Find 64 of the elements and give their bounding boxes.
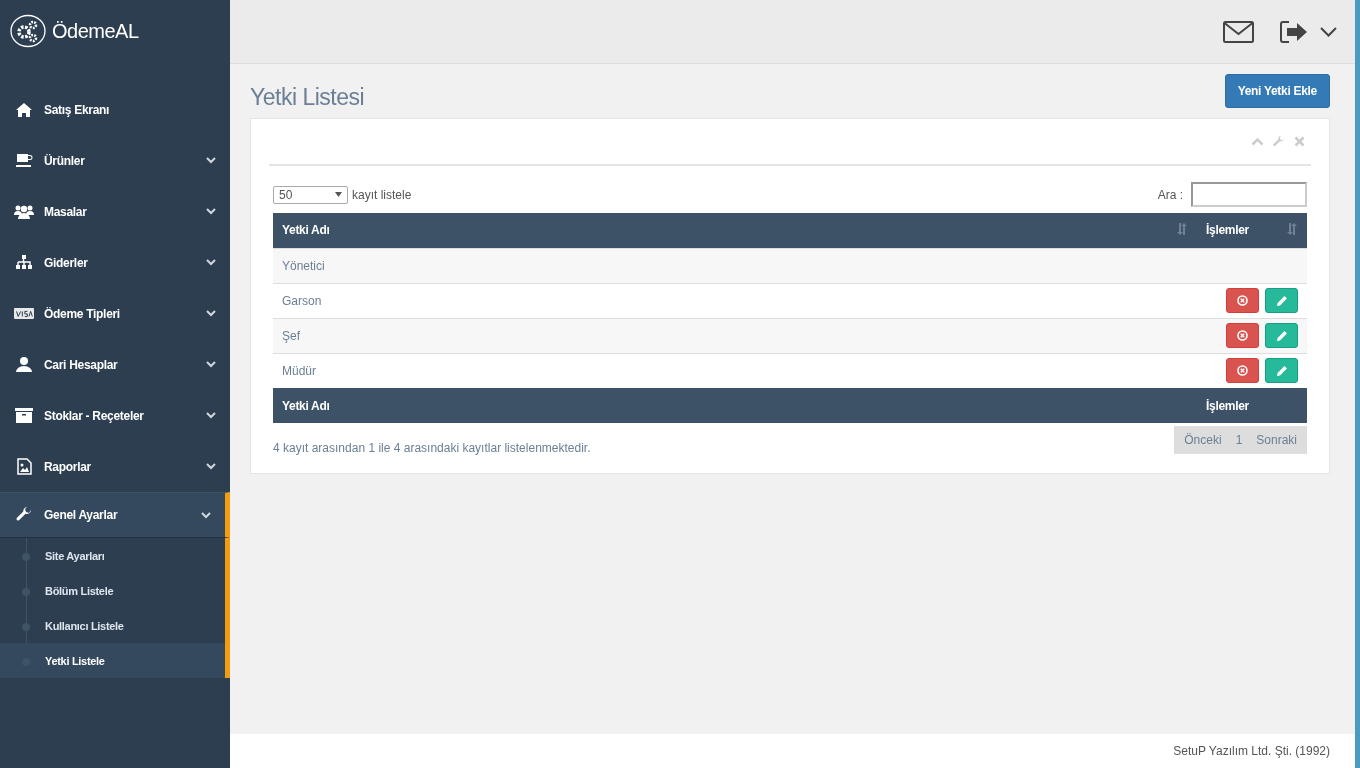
pencil-icon [1275,364,1288,377]
chevron-down-icon [206,412,216,419]
sidebar-item[interactable]: Masalar [0,186,230,237]
gears-logo-icon [10,14,46,48]
chevron-down-icon [206,157,216,164]
archive-icon [15,408,33,423]
scrollbar[interactable] [1355,0,1360,768]
chevron-down-icon [206,208,216,215]
chevron-down-icon[interactable] [1320,26,1337,37]
image-file-icon [16,458,32,475]
chevron-down-icon [206,259,216,266]
card-icon [14,307,34,320]
times-circle-icon [1237,365,1248,377]
length-label: kayıt listele [352,187,412,202]
chevron-down-icon [206,310,216,317]
table-cell: Şef [273,318,1197,353]
page-length-select[interactable]: 50 [273,185,348,204]
user-icon [16,357,32,372]
table-cell: Yönetici [273,248,1197,283]
times-circle-icon [1237,295,1248,306]
sidebar-item[interactable]: Genel Ayarlar [0,492,230,538]
footer-text: SetuP Yazılım Ltd. Şti. (1992) [1173,744,1330,758]
sidebar-item[interactable]: Raporlar [0,441,230,492]
sidebar-item[interactable]: Cari Hesaplar [0,339,230,390]
sidebar-item[interactable]: Giderler [0,237,230,288]
submenu-item[interactable]: Site Ayarları [0,538,225,573]
submenu-item[interactable]: Bölüm Listele [0,573,225,608]
caret-icon [335,192,342,197]
chevron-down-icon [206,361,216,368]
chevron-down-icon [201,511,211,519]
sidebar-item[interactable]: Ödeme Tipleri [0,288,230,339]
search-label: Ara : [1157,187,1183,202]
edit-button[interactable] [1265,358,1298,384]
brand-name: ÖdemeAL [52,19,139,43]
column-footer: Yetki Adı [273,388,1197,423]
delete-button[interactable] [1226,323,1259,348]
sort-icon [1176,223,1188,236]
edit-button[interactable] [1265,323,1298,348]
search-field[interactable] [1191,182,1307,207]
sort-icon [1286,223,1298,236]
table-info: 4 kayıt arasından 1 ile 4 arasındaki kayıtlar listelenmektedir. [273,441,591,455]
column-footer: İşlemler [1197,388,1307,423]
column-header[interactable]: Yetki Adı [273,213,1197,248]
pencil-icon [1275,294,1288,307]
column-header[interactable]: İşlemler [1197,213,1307,248]
sidebar-item[interactable]: Satış Ekranı [0,84,230,135]
chevron-down-icon [206,463,216,470]
sidebar-item[interactable]: Stoklar - Reçeteler [0,390,230,441]
delete-button[interactable] [1226,288,1259,313]
add-button[interactable]: Yeni Yetki Ekle [1224,74,1330,108]
page-title: Yetki Listesi [250,84,365,111]
mail-icon[interactable] [1223,20,1254,43]
times-circle-icon [1237,330,1248,341]
pencil-icon [1275,329,1288,342]
submenu-item[interactable]: Yetki Listele [0,643,225,678]
edit-button[interactable] [1265,288,1298,313]
users-icon [14,204,34,219]
submenu-item[interactable]: Kullanıcı Listele [0,608,225,643]
sidebar-item[interactable]: Ürünler [0,135,230,186]
delete-button[interactable] [1226,358,1259,384]
sitemap-icon [15,255,33,270]
cup-icon [15,153,33,168]
home-icon [15,102,33,117]
sign-out-icon[interactable] [1280,20,1308,43]
